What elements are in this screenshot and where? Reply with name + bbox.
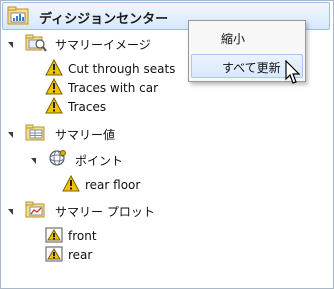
tree-item-label: rear: [68, 248, 93, 262]
tree-item-traces-with-car[interactable]: Traces with car: [1, 77, 201, 99]
tree-node-summary-plot[interactable]: サマリー プロット: [1, 200, 201, 220]
values-folder-icon: [25, 122, 47, 145]
mouse-cursor-icon: [285, 59, 303, 86]
tree-node-point[interactable]: ポイント: [1, 149, 201, 169]
warning-icon: [45, 77, 63, 99]
panel-title: ディシジョンセンター: [39, 12, 169, 27]
expand-toggle-icon[interactable]: [8, 132, 13, 138]
warning-icon: [45, 58, 63, 80]
image-folder-icon: [25, 32, 47, 55]
plot-warning-icon: [45, 245, 63, 266]
decision-center-icon: [7, 5, 31, 27]
tree-node-summary-value[interactable]: サマリー値: [1, 123, 201, 143]
tree-item-cut-through-seats[interactable]: Cut through seats: [1, 58, 201, 80]
tree-node-label: サマリーイメージ: [55, 38, 151, 52]
tree-item-rear-floor[interactable]: rear floor: [1, 174, 201, 196]
tree-node-label: サマリー プロット: [55, 205, 155, 219]
tree-node-summary-image[interactable]: サマリーイメージ: [1, 33, 201, 53]
warning-icon: [45, 96, 63, 118]
tree-item-label: front: [68, 229, 97, 243]
tree-node-label: ポイント: [75, 154, 124, 168]
menu-item-label: すべて更新: [222, 61, 281, 75]
expand-toggle-icon[interactable]: [8, 42, 13, 48]
tree-item-label: rear floor: [85, 178, 141, 192]
point-icon: [47, 147, 69, 172]
expand-toggle-icon[interactable]: [8, 209, 13, 215]
tree-item-label: Traces: [68, 100, 107, 114]
decision-center-panel: ディシジョンセンター サマリーイメージ Cut through seats Tr…: [0, 0, 334, 289]
expand-toggle-icon[interactable]: [31, 158, 36, 164]
tree-node-label: サマリー値: [55, 128, 116, 142]
tree-item-front[interactable]: front: [1, 226, 201, 246]
plot-warning-icon: [45, 226, 63, 247]
menu-item-label: 縮小: [221, 32, 246, 46]
menu-item-collapse[interactable]: 縮小: [191, 26, 301, 48]
plot-folder-icon: [25, 199, 47, 222]
tree-item-rear[interactable]: rear: [1, 245, 201, 265]
tree-item-label: Traces with car: [68, 81, 159, 95]
tree-item-label: Cut through seats: [68, 62, 176, 76]
tree-item-traces[interactable]: Traces: [1, 96, 201, 118]
warning-icon: [62, 174, 80, 196]
